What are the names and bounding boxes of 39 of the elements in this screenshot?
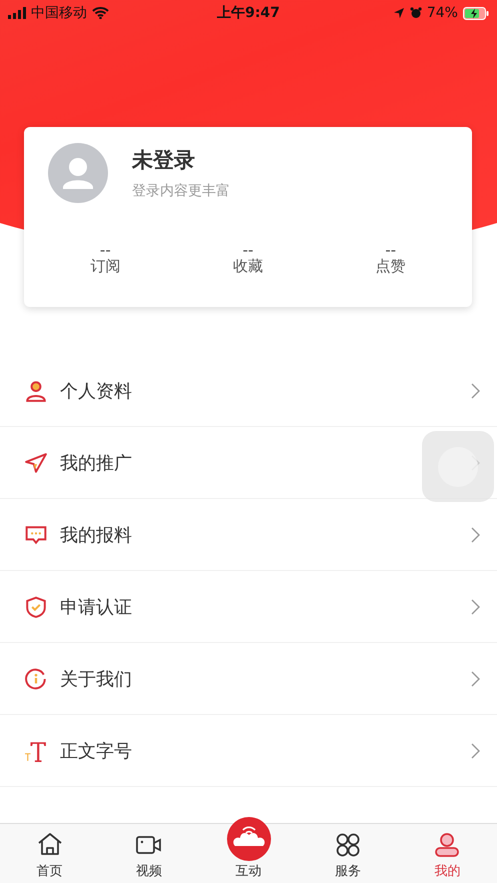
stat-value: -- xyxy=(242,243,254,257)
person-icon xyxy=(25,380,47,402)
menu-item[interactable]: 正文字号 xyxy=(0,715,497,787)
stat-value: -- xyxy=(100,243,111,257)
chevron-right-icon xyxy=(471,742,480,758)
tab[interactable]: 互动 xyxy=(236,862,262,880)
login-status: 未登录 xyxy=(132,147,196,174)
floating-button[interactable] xyxy=(422,431,494,502)
menu-item[interactable]: 个人资料 xyxy=(0,355,497,427)
paper-plane-icon xyxy=(25,452,47,474)
tab[interactable]: 我的 xyxy=(434,862,460,880)
chevron-right-icon xyxy=(471,670,480,686)
tab[interactable]: 视频 xyxy=(136,862,162,880)
text-size-icon xyxy=(25,740,47,762)
person-icon xyxy=(433,831,462,859)
battery-icon xyxy=(462,6,489,20)
chevron-right-icon xyxy=(471,598,480,614)
location-icon xyxy=(392,7,405,19)
wifi-icon xyxy=(92,7,109,19)
stat-label[interactable]: 点赞 xyxy=(376,257,406,276)
stat-label[interactable]: 订阅 xyxy=(90,257,120,276)
battery-percent: 74% xyxy=(426,5,458,21)
tab[interactable]: 首页 xyxy=(36,862,63,880)
carrier-name: 中国移动 xyxy=(31,4,87,22)
signal-icon xyxy=(8,7,26,19)
info-icon xyxy=(25,668,47,690)
shield-icon xyxy=(25,596,47,618)
grid-icon xyxy=(334,831,362,859)
message-icon xyxy=(25,524,47,546)
menu-item[interactable]: 关于我们 xyxy=(0,643,497,715)
stat-label[interactable]: 收藏 xyxy=(232,257,263,276)
chevron-right-icon xyxy=(471,382,480,398)
stat-value: -- xyxy=(385,243,396,257)
status-time: 上午9:47 xyxy=(217,4,280,22)
menu-item[interactable]: 申请认证 xyxy=(0,571,497,643)
avatar-icon xyxy=(48,143,108,203)
chevron-right-icon xyxy=(471,526,480,542)
tab[interactable]: 服务 xyxy=(334,862,361,880)
login-hint: 登录内容更丰富 xyxy=(132,182,230,200)
